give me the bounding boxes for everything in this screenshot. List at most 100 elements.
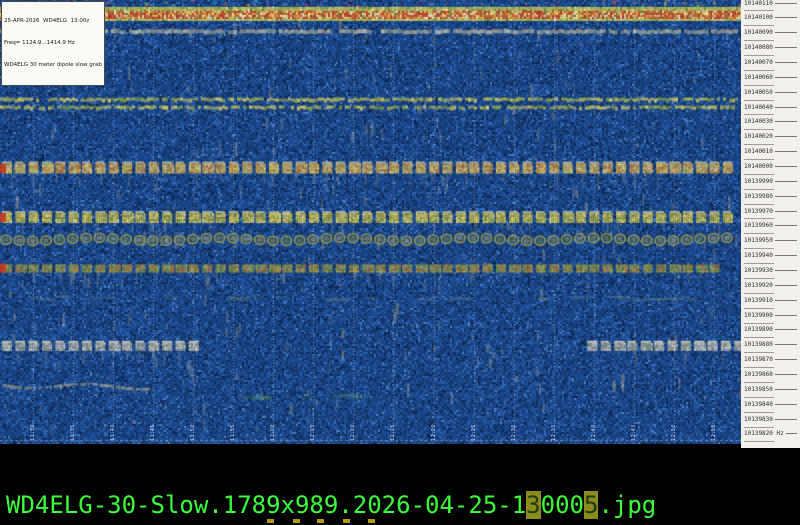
- freq-axis-label: 10140060: [741, 74, 800, 81]
- freq-axis-tick: [774, 151, 797, 153]
- freq-axis-label: 10140050: [741, 89, 800, 96]
- time-axis-label: 12:30: [510, 424, 517, 441]
- freq-axis-label: 10140090: [741, 29, 800, 36]
- freq-axis-label: 10139880: [741, 341, 800, 348]
- freq-axis-tick: [774, 106, 797, 108]
- freq-axis-tick: [785, 433, 797, 435]
- freq-axis-label: 10139900: [741, 312, 800, 319]
- freq-axis-minor-tick: [744, 129, 774, 131]
- freq-axis-label: 10139930: [741, 267, 800, 274]
- freq-axis-tick: [774, 374, 797, 376]
- freq-axis-tick: [774, 344, 797, 346]
- waterfall-canvas: [0, 0, 741, 444]
- freq-axis-tick: [774, 2, 797, 4]
- time-axis-label: 12:55: [710, 424, 717, 441]
- info-line-freq-range: Freq= 1124.9...1414.9 Hz: [4, 40, 75, 47]
- freq-axis-label: 10140020: [741, 133, 800, 140]
- underline-mark: [368, 519, 375, 523]
- freq-axis-tick: [774, 121, 797, 123]
- freq-axis-minor-tick: [744, 381, 774, 383]
- freq-axis-label: 10139860: [741, 371, 800, 378]
- freq-axis-tick: [774, 17, 797, 19]
- freq-axis-label: 10139890: [741, 326, 800, 333]
- freq-axis-tick: [774, 329, 797, 331]
- freq-axis-label: 10140040: [741, 104, 800, 111]
- freq-axis-tick: [774, 314, 797, 316]
- freq-axis-minor-tick: [744, 173, 774, 175]
- freq-axis-minor-tick: [744, 277, 774, 279]
- freq-axis-label: 10139970: [741, 208, 800, 215]
- freq-axis-minor-tick: [744, 99, 774, 101]
- time-axis-label: 12:40: [590, 424, 597, 441]
- time-axis-label: 12:25: [470, 424, 477, 441]
- info-line-description: WD4ELG 30 meter dipole slow grab: [4, 62, 102, 69]
- time-axis-label: 12:35: [550, 424, 557, 441]
- time-axis-label: 12:10: [350, 424, 357, 441]
- freq-axis-minor-tick: [744, 203, 774, 205]
- freq-axis-minor-tick: [744, 248, 774, 250]
- freq-axis-tick: [774, 225, 797, 227]
- freq-axis-tick: [774, 180, 797, 182]
- freq-axis-label: 10139940: [741, 252, 800, 259]
- freq-axis-tick: [774, 91, 797, 93]
- freq-axis-minor-tick: [744, 84, 774, 86]
- info-line-datetime: 25-APR-2026 WD4ELG 13:00z: [4, 17, 90, 24]
- freq-axis-label: 10140070: [741, 59, 800, 66]
- time-axis-label: 12:00: [270, 424, 277, 441]
- time-axis-label: 11:45: [150, 424, 157, 441]
- time-axis-label: 12:05: [310, 424, 317, 441]
- freq-axis-label: 10139870: [741, 356, 800, 363]
- grabber-info-box: 25-APR-2026 WD4ELG 13:00z Freq= 1124.9..…: [1, 1, 105, 87]
- freq-axis-label: 10139990: [741, 178, 800, 185]
- freq-axis-minor-tick: [744, 396, 774, 398]
- time-axis-label: 12:20: [430, 424, 437, 441]
- freq-axis-tick: [774, 47, 797, 49]
- freq-axis-label: 10139950: [741, 237, 800, 244]
- time-axis-label: 11:40: [110, 424, 117, 441]
- freq-axis-tick: [774, 418, 797, 420]
- freq-axis-minor-tick: [744, 159, 774, 161]
- freq-axis-minor-tick: [744, 218, 774, 220]
- freq-axis-minor-tick: [744, 367, 774, 369]
- freq-axis-tick: [774, 165, 797, 167]
- freq-axis-tick: [774, 240, 797, 242]
- freq-axis-minor-tick: [744, 233, 774, 235]
- time-axis-label: 11:50: [190, 424, 197, 441]
- freq-axis-minor-tick: [744, 69, 774, 71]
- freq-axis-minor-tick: [744, 411, 774, 413]
- underline-mark: [267, 519, 274, 523]
- freq-axis-minor-tick: [744, 337, 774, 339]
- freq-axis-tick: [774, 195, 797, 197]
- filename-text-suffix: .jpg: [598, 491, 657, 519]
- freq-axis-minor-tick: [744, 426, 774, 428]
- freq-axis-label: 10139840: [741, 401, 800, 408]
- freq-axis-label: 10139920: [741, 282, 800, 289]
- freq-axis-label: 10139960: [741, 222, 800, 229]
- freq-axis-minor-tick: [744, 322, 774, 324]
- freq-axis-tick: [774, 299, 797, 301]
- freq-axis-minor-tick: [744, 10, 774, 12]
- screen: 11:30 11:35 11:40 11:45 11:50 11:55 12:00 12:05…: [0, 0, 800, 525]
- freq-axis-tick: [774, 136, 797, 138]
- underline-mark: [317, 519, 324, 523]
- freq-axis-minor-tick: [744, 307, 774, 309]
- filename-caption: WD4ELG-30-Slow.1789x989.2026-04-25-13000…: [6, 491, 657, 519]
- underline-mark: [343, 519, 350, 523]
- filename-highlight-char-1: 3: [526, 491, 541, 519]
- freq-axis-tick: [774, 61, 797, 63]
- freq-axis-minor-tick: [744, 188, 774, 190]
- time-axis-label: 12:15: [390, 424, 397, 441]
- freq-axis-tick: [774, 284, 797, 286]
- time-axis-label: 11:35: [70, 424, 77, 441]
- freq-axis-tick: [774, 359, 797, 361]
- filename-highlight-char-2: 5: [583, 491, 599, 519]
- time-axis-label: 11:30: [30, 424, 36, 441]
- freq-axis-tick: [774, 388, 797, 390]
- freq-axis-minor-tick: [744, 292, 774, 294]
- freq-axis-tick: [774, 32, 797, 34]
- freq-axis-minor-tick: [744, 55, 774, 57]
- freq-axis-tick: [774, 255, 797, 257]
- freq-axis-tick: [774, 76, 797, 78]
- time-axis-label: 12:45: [630, 424, 637, 441]
- freq-axis-label: 10140010: [741, 148, 800, 155]
